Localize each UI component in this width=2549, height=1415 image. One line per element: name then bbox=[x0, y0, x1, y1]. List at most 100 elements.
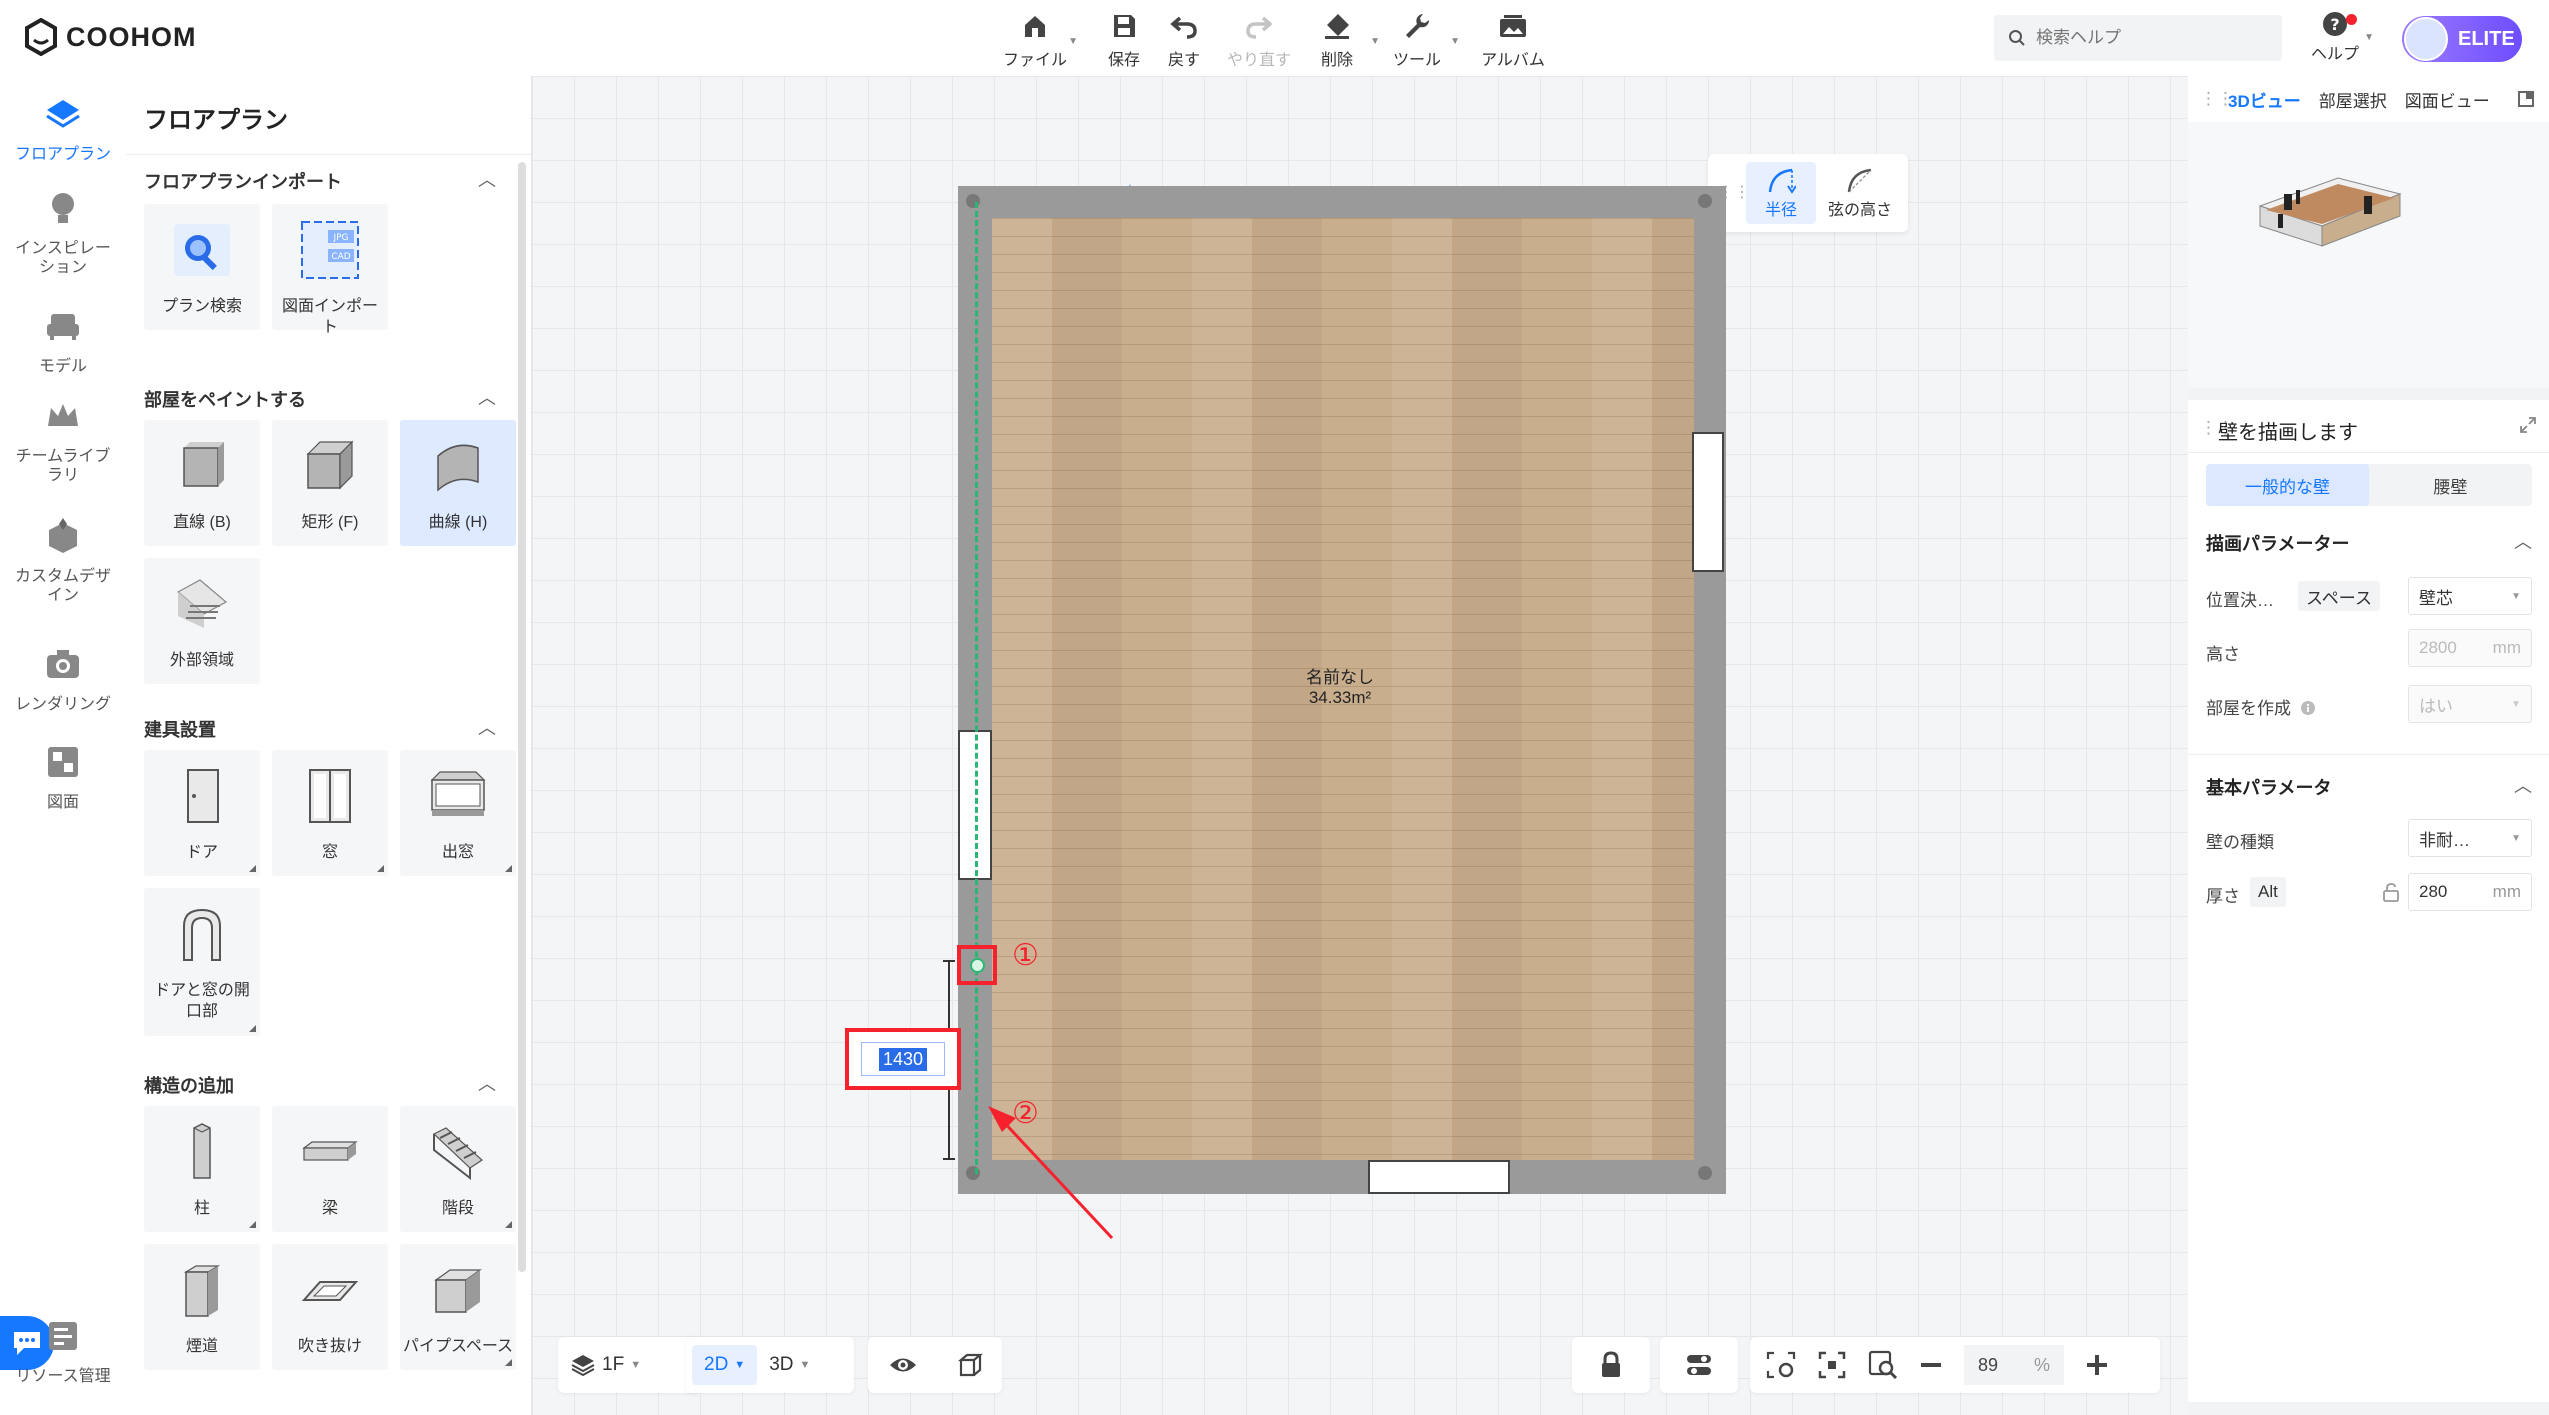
drag-handle-icon[interactable]: ⋮⋮ bbox=[2200, 89, 2234, 109]
floor-selector[interactable]: 1F ▼ bbox=[558, 1345, 653, 1385]
tab-drawing-view[interactable]: 図面ビュー bbox=[2405, 87, 2490, 112]
app-logo[interactable]: COOHOM bbox=[24, 18, 197, 56]
tab-low-wall[interactable]: 腰壁 bbox=[2369, 464, 2532, 506]
help-button[interactable]: ? ヘルプ ▼ bbox=[2300, 10, 2374, 64]
tab-room-select[interactable]: 部屋選択 bbox=[2319, 87, 2387, 112]
wall-corner-node[interactable] bbox=[1698, 194, 1712, 208]
tile-door[interactable]: ドア bbox=[144, 750, 260, 876]
create-room-select[interactable]: はい ▼ bbox=[2408, 685, 2532, 723]
tile-plan-search[interactable]: プラン検索 bbox=[144, 204, 260, 330]
focus-frame-icon[interactable] bbox=[1818, 1351, 1846, 1379]
expand-corner-icon bbox=[249, 865, 256, 872]
view-3d-button[interactable]: 3D ▼ bbox=[757, 1345, 822, 1385]
floor-selector-group: 1F ▼ bbox=[558, 1337, 700, 1393]
chevron-up-icon[interactable]: ︿ bbox=[478, 1070, 496, 1096]
expand-corner-icon bbox=[377, 865, 384, 872]
app-logo-text: COOHOM bbox=[66, 21, 197, 52]
wall-length-input[interactable]: 1430 bbox=[861, 1042, 945, 1076]
unlock-icon[interactable] bbox=[2382, 882, 2400, 902]
tile-flue[interactable]: 煙道 bbox=[144, 1244, 260, 1370]
view-2d-label: 2D bbox=[704, 1354, 729, 1375]
bay-window-icon bbox=[430, 771, 486, 816]
chord-height-button[interactable]: 弦の高さ bbox=[1820, 162, 1900, 220]
info-icon[interactable] bbox=[2300, 700, 2316, 716]
tools-menu-button[interactable]: ツール ▼ bbox=[1372, 10, 1462, 70]
wall-start-snap-point[interactable] bbox=[957, 945, 997, 985]
zoom-in-icon[interactable] bbox=[2086, 1354, 2108, 1376]
space-chip[interactable]: スペース bbox=[2298, 581, 2380, 611]
rail-item-team-library[interactable]: チームライブラリ bbox=[0, 396, 126, 485]
zoom-out-icon[interactable] bbox=[1920, 1354, 1942, 1376]
rail-item-drawings[interactable]: 図面 bbox=[0, 742, 126, 812]
zoom-group: 89 % bbox=[1750, 1337, 2160, 1393]
tab-3d-view[interactable]: 3Dビュー bbox=[2228, 87, 2301, 112]
rail-item-inspiration[interactable]: インスピレーション bbox=[0, 188, 126, 277]
zoom-search-icon[interactable] bbox=[1868, 1350, 1898, 1380]
rail-item-floorplan[interactable]: フロアプラン bbox=[0, 94, 126, 164]
tile-label: 吹き抜け bbox=[297, 1338, 362, 1355]
tile-rect-wall[interactable]: 矩形 (F) bbox=[272, 420, 388, 546]
panel-scrollbar[interactable] bbox=[518, 162, 526, 1272]
tile-pipe-space[interactable]: パイプスペース bbox=[400, 1244, 516, 1370]
tile-door-window-opening[interactable]: ドアと窓の開口部 bbox=[144, 888, 260, 1036]
tile-window[interactable]: 窓 bbox=[272, 750, 388, 876]
tile-line-wall[interactable]: 直線 (B) bbox=[144, 420, 260, 546]
tile-drawing-import[interactable]: JPG CAD 図面インポート bbox=[272, 204, 388, 336]
tile-void[interactable]: 吹き抜け bbox=[272, 1244, 388, 1370]
chevron-up-icon[interactable]: ︿ bbox=[2514, 528, 2532, 554]
thickness-input[interactable]: 280 mm bbox=[2408, 873, 2532, 911]
chord-arc-icon bbox=[1847, 168, 1872, 193]
fit-settings-icon[interactable] bbox=[1766, 1351, 1796, 1379]
rail-item-rendering[interactable]: レンダリング bbox=[0, 644, 126, 714]
eye-icon[interactable] bbox=[888, 1354, 918, 1376]
tile-beam[interactable]: 梁 bbox=[272, 1106, 388, 1232]
3d-preview-viewport[interactable] bbox=[2188, 122, 2549, 388]
tile-bay-window[interactable]: 出窓 bbox=[400, 750, 516, 876]
tile-label: 矩形 (F) bbox=[301, 514, 359, 531]
chevron-up-icon[interactable]: ︿ bbox=[478, 384, 496, 410]
window-opening-right[interactable] bbox=[1692, 432, 1724, 572]
wall-type-value: 非耐… bbox=[2419, 830, 2470, 850]
wrench-icon bbox=[1406, 14, 1430, 38]
user-account-button[interactable]: ELITE bbox=[2402, 16, 2522, 62]
floorplan-canvas[interactable]: ⋮⋮ 半径 弦の高さ 名前なし 34.33m² ① 1430 ② 1F ▼ 2D… bbox=[532, 76, 2188, 1415]
tile-curve-wall[interactable]: 曲線 (H) bbox=[400, 420, 516, 546]
chevron-up-icon[interactable]: ︿ bbox=[478, 166, 496, 192]
radius-mode-button[interactable]: 半径 bbox=[1746, 162, 1816, 224]
lock-icon[interactable] bbox=[1599, 1351, 1623, 1379]
redo-button[interactable]: やり直す bbox=[1214, 10, 1304, 70]
tab-general-wall[interactable]: 一般的な壁 bbox=[2206, 464, 2369, 506]
custom-box-icon bbox=[49, 518, 77, 553]
view-2d-button[interactable]: 2D ▼ bbox=[692, 1345, 758, 1385]
rail-item-custom-design[interactable]: カスタムデザイン bbox=[0, 516, 126, 605]
cube-view-icon[interactable] bbox=[957, 1352, 983, 1378]
expand-icon[interactable] bbox=[2519, 416, 2537, 434]
chevron-up-icon[interactable]: ︿ bbox=[478, 714, 496, 740]
tile-outdoor-area[interactable]: 外部領域 bbox=[144, 558, 260, 684]
height-input[interactable]: 2800 mm bbox=[2408, 629, 2532, 667]
wall-type-select[interactable]: 非耐… ▼ bbox=[2408, 819, 2532, 857]
zoom-level-field[interactable]: 89 % bbox=[1964, 1345, 2064, 1385]
pillar-icon bbox=[193, 1123, 211, 1179]
delete-button[interactable]: 削除 ▼ bbox=[1292, 10, 1382, 70]
tile-column[interactable]: 柱 bbox=[144, 1106, 260, 1232]
wall-corner-node[interactable] bbox=[1698, 1166, 1712, 1180]
album-button[interactable]: アルバム bbox=[1468, 10, 1558, 70]
view-3d-label: 3D bbox=[769, 1354, 794, 1375]
position-select[interactable]: 壁芯 ▼ bbox=[2408, 577, 2532, 615]
popout-icon[interactable] bbox=[2517, 90, 2535, 108]
help-search-box[interactable] bbox=[1994, 15, 2282, 61]
room-label[interactable]: 名前なし 34.33m² bbox=[1240, 668, 1440, 708]
tile-stairs[interactable]: 階段 bbox=[400, 1106, 516, 1232]
help-search-input[interactable] bbox=[2036, 28, 2256, 48]
toggle-settings-icon[interactable] bbox=[1685, 1352, 1713, 1378]
expand-corner-icon bbox=[249, 1025, 256, 1032]
chevron-up-icon[interactable]: ︿ bbox=[2514, 772, 2532, 798]
file-menu-button[interactable]: ファイル ▼ bbox=[990, 10, 1080, 70]
layers-icon bbox=[46, 100, 80, 128]
rail-item-resource-management[interactable]: リソース管理 bbox=[0, 1316, 126, 1386]
room-name: 名前なし bbox=[1306, 668, 1374, 687]
door-opening-bottom[interactable] bbox=[1368, 1160, 1510, 1194]
undo-icon bbox=[1170, 16, 1197, 39]
rail-item-models[interactable]: モデル bbox=[0, 306, 126, 376]
